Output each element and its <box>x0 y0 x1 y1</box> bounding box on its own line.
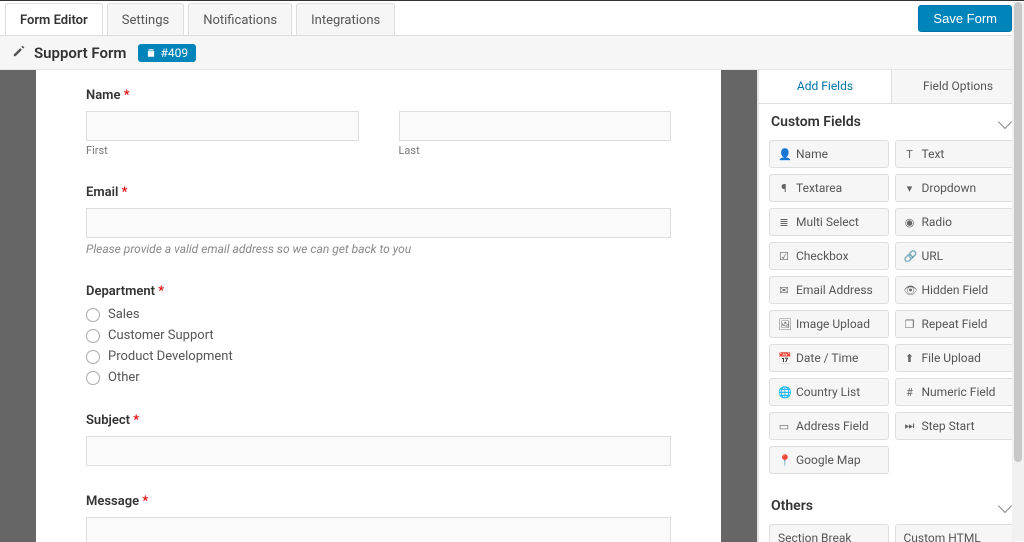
panel-others[interactable]: Others <box>759 488 1024 524</box>
globe-icon: 🌐 <box>778 386 790 399</box>
email-input[interactable] <box>86 208 671 238</box>
hashtag-icon: # <box>904 386 916 399</box>
image-icon: 🖼 <box>778 318 790 331</box>
field-btn-textarea[interactable]: ¶Textarea <box>769 174 889 202</box>
first-sublabel: First <box>86 144 359 157</box>
right-gutter <box>721 70 757 542</box>
form-id-badge[interactable]: #409 <box>138 44 196 62</box>
copy-icon <box>146 48 156 58</box>
field-btn-section-break[interactable]: Section Break <box>769 524 889 542</box>
sidebar-tab-bar: Add Fields Field Options <box>759 70 1024 104</box>
form-title-bar: Support Form #409 <box>0 36 1024 70</box>
field-btn-custom-html[interactable]: Custom HTML <box>895 524 1015 542</box>
radio-option-other[interactable]: Other <box>86 370 671 385</box>
field-btn-image-upload[interactable]: 🖼Image Upload <box>769 310 889 338</box>
subject-input[interactable] <box>86 436 671 466</box>
top-tab-bar: Form Editor Settings Notifications Integ… <box>0 1 1024 36</box>
field-btn-dropdown[interactable]: ▾Dropdown <box>895 174 1015 202</box>
field-btn-address[interactable]: ▭Address Field <box>769 412 889 440</box>
clone-icon: ❐ <box>904 318 916 331</box>
field-btn-numeric[interactable]: #Numeric Field <box>895 378 1015 406</box>
address-card-icon: ▭ <box>778 420 790 433</box>
form-canvas: Name * First Last Email * <box>0 70 758 542</box>
link-icon: 🔗 <box>904 250 916 263</box>
field-subject[interactable]: Subject * <box>86 413 671 466</box>
message-input[interactable] <box>86 517 671 542</box>
field-message[interactable]: Message * <box>86 494 671 542</box>
user-icon: 👤 <box>778 148 790 161</box>
custom-fields-title: Custom Fields <box>771 114 861 130</box>
step-forward-icon: ⏭ <box>904 419 916 433</box>
field-btn-datetime[interactable]: 📅Date / Time <box>769 344 889 372</box>
text-icon: T <box>904 148 916 161</box>
field-btn-radio[interactable]: ◉Radio <box>895 208 1015 236</box>
eye-slash-icon: 👁 <box>904 284 916 297</box>
form-id-label: #409 <box>160 46 188 60</box>
upload-icon: ⬆ <box>904 352 916 365</box>
tab-settings[interactable]: Settings <box>107 3 184 35</box>
field-btn-checkbox[interactable]: ☑Checkbox <box>769 242 889 270</box>
list-icon: ≣ <box>778 216 790 229</box>
left-gutter <box>0 70 36 542</box>
last-sublabel: Last <box>399 144 672 157</box>
window-scrollbar[interactable] <box>1012 2 1024 541</box>
scrollbar-thumb[interactable] <box>1014 2 1022 462</box>
check-square-icon: ☑ <box>778 250 790 263</box>
email-label: Email * <box>86 185 671 200</box>
field-name[interactable]: Name * First Last <box>86 88 671 157</box>
tab-form-editor[interactable]: Form Editor <box>5 3 103 35</box>
caret-down-icon: ▾ <box>904 182 916 195</box>
dot-circle-icon: ◉ <box>904 216 916 229</box>
tab-integrations[interactable]: Integrations <box>296 3 395 35</box>
others-title: Others <box>771 498 813 514</box>
others-grid: Section Break Custom HTML reCaptcha Shor… <box>759 524 1024 542</box>
sidebar: Add Fields Field Options Custom Fields 👤… <box>758 70 1024 542</box>
field-btn-country[interactable]: 🌐Country List <box>769 378 889 406</box>
chevron-down-icon <box>998 115 1012 129</box>
field-btn-multiselect[interactable]: ≣Multi Select <box>769 208 889 236</box>
map-marker-icon: 📍 <box>778 454 790 467</box>
department-label: Department * <box>86 284 671 299</box>
chevron-down-icon <box>998 499 1012 513</box>
envelope-icon: ✉ <box>778 284 790 297</box>
field-btn-name[interactable]: 👤Name <box>769 140 889 168</box>
name-label: Name * <box>86 88 671 103</box>
field-email[interactable]: Email * Please provide a valid email add… <box>86 185 671 256</box>
sidebar-tab-field-options[interactable]: Field Options <box>892 70 1024 103</box>
radio-option-customer-support[interactable]: Customer Support <box>86 328 671 343</box>
field-btn-email[interactable]: ✉Email Address <box>769 276 889 304</box>
pencil-icon <box>12 44 26 62</box>
paragraph-icon: ¶ <box>778 182 790 195</box>
custom-fields-grid: 👤Name TText ¶Textarea ▾Dropdown ≣Multi S… <box>759 140 1024 488</box>
field-department[interactable]: Department * Sales Customer Support Prod… <box>86 284 671 385</box>
email-help-text: Please provide a valid email address so … <box>86 242 671 256</box>
radio-option-sales[interactable]: Sales <box>86 307 671 322</box>
last-name-input[interactable] <box>399 111 672 141</box>
save-form-button[interactable]: Save Form <box>918 5 1012 32</box>
radio-option-product-development[interactable]: Product Development <box>86 349 671 364</box>
field-btn-repeat[interactable]: ❐Repeat Field <box>895 310 1015 338</box>
tab-notifications[interactable]: Notifications <box>188 3 292 35</box>
page-title: Support Form <box>34 44 126 62</box>
calendar-icon: 📅 <box>778 352 790 365</box>
panel-custom-fields[interactable]: Custom Fields <box>759 104 1024 140</box>
field-btn-step-start[interactable]: ⏭Step Start <box>895 412 1015 440</box>
field-btn-hidden[interactable]: 👁Hidden Field <box>895 276 1015 304</box>
field-btn-text[interactable]: TText <box>895 140 1015 168</box>
first-name-input[interactable] <box>86 111 359 141</box>
field-btn-url[interactable]: 🔗URL <box>895 242 1015 270</box>
field-btn-google-map[interactable]: 📍Google Map <box>769 446 889 474</box>
subject-label: Subject * <box>86 413 671 428</box>
field-btn-file-upload[interactable]: ⬆File Upload <box>895 344 1015 372</box>
sidebar-tab-add-fields[interactable]: Add Fields <box>759 70 892 103</box>
message-label: Message * <box>86 494 671 509</box>
